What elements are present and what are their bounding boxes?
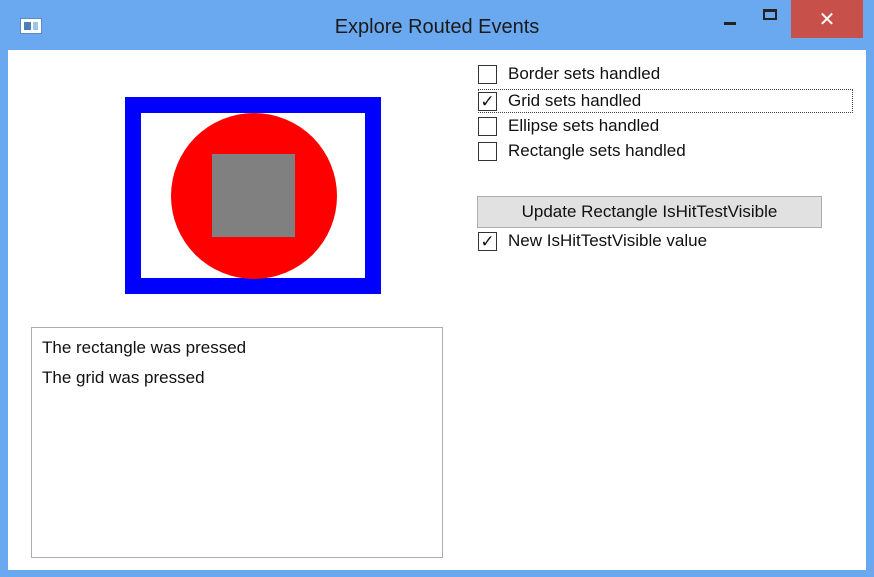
checkbox-label: Grid sets handled <box>508 91 642 110</box>
checkbox-box[interactable] <box>478 64 497 84</box>
checkmark-icon: ✓ <box>480 91 495 111</box>
checkbox-label: Border sets handled <box>508 64 661 83</box>
checkbox-box[interactable] <box>478 141 497 161</box>
maximize-icon <box>763 8 777 20</box>
event-log-list[interactable]: The rectangle was pressed The grid was p… <box>31 327 443 558</box>
checkbox-box[interactable]: ✓ <box>478 91 497 111</box>
minimize-button[interactable] <box>710 0 750 36</box>
title-bar[interactable]: Explore Routed Events ✕ <box>0 0 874 50</box>
grid-handled-checkbox[interactable]: ✓ Grid sets handled <box>478 89 641 113</box>
close-icon: ✕ <box>818 8 836 31</box>
rectangle-handled-checkbox[interactable]: Rectangle sets handled <box>478 139 686 163</box>
checkbox-label: Rectangle sets handled <box>508 141 686 160</box>
hit-test-visible-checkbox[interactable]: ✓ New IsHitTestVisible value <box>478 229 707 253</box>
minimize-icon <box>724 21 736 25</box>
list-item[interactable]: The grid was pressed <box>32 368 442 398</box>
ellipse-handled-checkbox[interactable]: Ellipse sets handled <box>478 114 659 138</box>
checkbox-label: Ellipse sets handled <box>508 116 660 135</box>
rectangle-shape[interactable] <box>212 154 295 237</box>
client-area: The rectangle was pressed The grid was p… <box>8 50 866 570</box>
checkbox-label: New IsHitTestVisible value <box>508 231 708 250</box>
update-hit-test-button[interactable]: Update Rectangle IsHitTestVisible <box>477 196 822 228</box>
app-window: Explore Routed Events ✕ The rectangle wa… <box>0 0 874 577</box>
list-item[interactable]: The rectangle was pressed <box>32 338 442 368</box>
checkbox-box[interactable] <box>478 116 497 136</box>
checkmark-icon: ✓ <box>480 231 495 251</box>
close-button[interactable]: ✕ <box>791 0 863 38</box>
maximize-button[interactable] <box>750 0 790 36</box>
border-handled-checkbox[interactable]: Border sets handled <box>478 62 660 86</box>
checkbox-box[interactable]: ✓ <box>478 231 497 251</box>
